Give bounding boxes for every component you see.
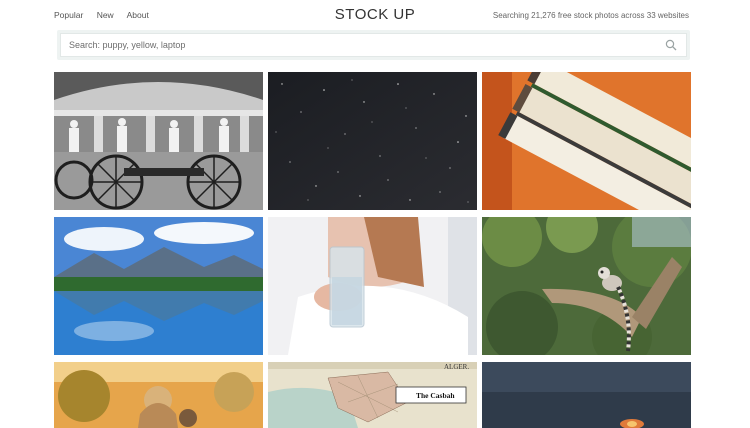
photo-night-sky[interactable] xyxy=(268,72,477,210)
photo-dark-sky-fire[interactable] xyxy=(482,362,691,428)
photo-woman-field[interactable] xyxy=(54,362,263,428)
search-stats: Searching 21,276 free stock photos acros… xyxy=(492,11,689,20)
photo-mountain-lake[interactable] xyxy=(54,217,263,355)
search-icon[interactable] xyxy=(665,39,677,51)
photo-statues[interactable] xyxy=(54,72,263,210)
photo-grid: ALGER. The Casbah xyxy=(54,72,691,428)
photo-vintage-map[interactable]: ALGER. The Casbah xyxy=(268,362,477,428)
photo-books[interactable] xyxy=(482,72,691,210)
photo-lemur[interactable] xyxy=(482,217,691,355)
map-label-alger: ALGER. xyxy=(444,363,469,371)
photo-woman-water-glass[interactable] xyxy=(268,217,477,355)
map-label-casbah: The Casbah xyxy=(416,391,455,400)
search-box xyxy=(60,33,687,57)
search-input[interactable] xyxy=(61,34,654,56)
search-bar xyxy=(57,30,690,60)
